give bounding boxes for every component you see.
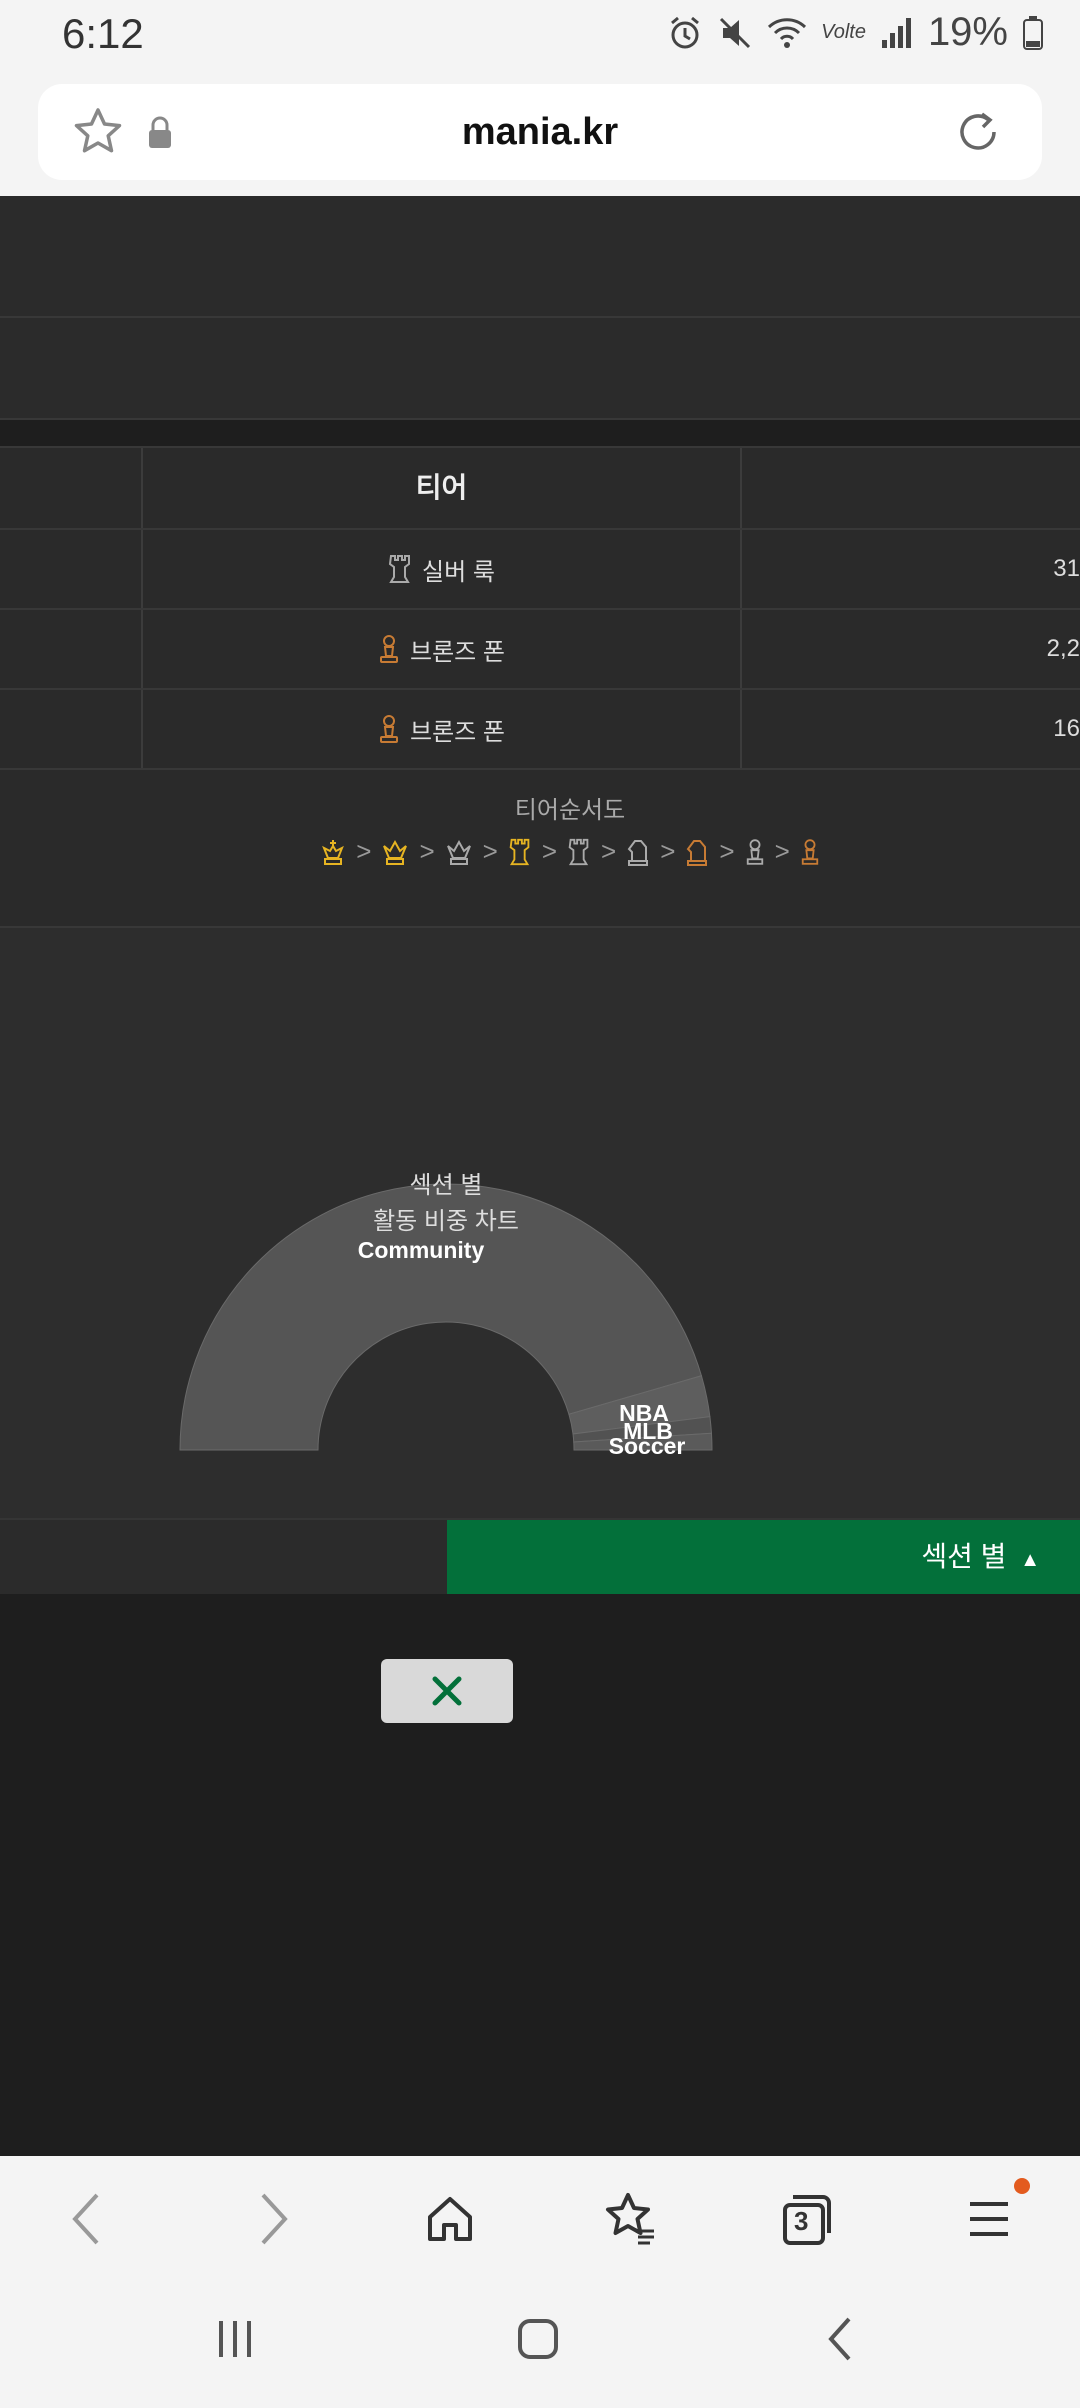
- table-row[interactable]: 브론즈 폰: [143, 690, 740, 768]
- chart-center-line2: 활동 비중 차트: [373, 1208, 519, 1235]
- battery-icon: [1023, 15, 1043, 50]
- row-value: 2,2: [1046, 635, 1080, 662]
- bookmarks-button[interactable]: [595, 2184, 665, 2254]
- tier-order-icons: > > > > > > > >: [0, 836, 1080, 867]
- order-separator: >: [419, 836, 435, 866]
- tier-name: 브론즈 폰: [410, 638, 505, 666]
- close-button[interactable]: [381, 1659, 513, 1723]
- signal-icon: [881, 17, 911, 48]
- bronze-pawn-icon: [380, 715, 398, 743]
- empty-row: [0, 196, 1080, 316]
- alarm-icon: [671, 16, 700, 48]
- row-value: 31: [1053, 555, 1080, 582]
- order-separator: >: [660, 836, 676, 866]
- forward-button[interactable]: [238, 2184, 308, 2254]
- section-toggle-label: 섹션 별: [921, 1541, 1007, 1572]
- gold-queen-icon: [383, 839, 408, 865]
- home-square-icon: [518, 2319, 558, 2359]
- chart-center-line1: 섹션 별: [409, 1172, 483, 1199]
- chevron-left-icon: [72, 2193, 99, 2245]
- gold-king-icon: [322, 839, 345, 865]
- menu-button[interactable]: [954, 2178, 1030, 2254]
- status-bar: 6:12 Volte 19%: [0, 0, 1080, 72]
- url-text[interactable]: mania.kr: [38, 84, 1042, 180]
- tier-name: 실버 룩: [422, 558, 495, 586]
- reload-icon[interactable]: [952, 106, 1004, 158]
- back-button[interactable]: [52, 2184, 122, 2254]
- system-nav-bar: [0, 2280, 1080, 2408]
- recent-apps-icon: [219, 2321, 251, 2357]
- recent-apps-button[interactable]: [200, 2304, 270, 2374]
- gold-rook-icon: [509, 838, 530, 865]
- silver-rook-icon: [388, 555, 411, 583]
- address-bar[interactable]: mania.kr: [38, 84, 1042, 180]
- hamburger-menu-icon: [970, 2202, 1008, 2236]
- notification-dot: [1014, 2178, 1030, 2194]
- battery-percent: 19%: [927, 10, 1008, 54]
- section-chart-panel: Community NBA MLB Soccer 섹션 별 활동 비중 차트: [0, 928, 1080, 1520]
- browser-bottom-nav: 3: [0, 2156, 1080, 2280]
- order-separator: >: [601, 836, 617, 866]
- bronze-pawn-icon: [380, 635, 398, 663]
- chart-label-soccer: Soccer: [609, 1433, 686, 1459]
- tier-order-title: 티어순서도: [514, 797, 626, 824]
- silver-pawn-icon: [746, 838, 763, 865]
- chevron-right-icon: [261, 2193, 288, 2245]
- order-separator: >: [774, 836, 790, 866]
- network-type: Volte: [821, 21, 866, 43]
- chart-label-community: Community: [358, 1237, 485, 1263]
- system-back-icon: [828, 2317, 851, 2361]
- status-icons: Volte 19%: [667, 10, 1044, 55]
- bronze-knight-icon: [687, 839, 708, 866]
- order-separator: >: [482, 836, 498, 866]
- order-separator: >: [541, 836, 557, 866]
- status-time: 6:12: [62, 10, 144, 57]
- home-icon: [428, 2197, 472, 2241]
- wifi-icon: [768, 17, 807, 48]
- empty-row: [0, 318, 1080, 418]
- system-back-button[interactable]: [806, 2304, 876, 2374]
- silver-rook-icon: [568, 838, 589, 865]
- silver-knight-icon: [627, 839, 649, 866]
- section-toggle-button[interactable]: 섹션 별 ▲: [447, 1520, 1080, 1594]
- bookmarks-star-icon: [606, 2193, 654, 2245]
- caret-up-icon: ▲: [1020, 1549, 1040, 1571]
- system-home-button[interactable]: [503, 2304, 573, 2374]
- tier-name: 브론즈 폰: [410, 718, 505, 746]
- tier-order-section: 티어순서도 > > > > > > > >: [0, 770, 1080, 926]
- order-separator: >: [719, 836, 735, 866]
- page-content: 티어 실버 룩 31 브론즈 폰 2,2 브론즈 폰 16 티어순서도 > > …: [0, 196, 1080, 2156]
- mute-icon: [720, 17, 751, 48]
- close-icon: [432, 1676, 462, 1706]
- table-row[interactable]: 브론즈 폰: [143, 610, 740, 688]
- silver-queen-icon: [446, 839, 471, 865]
- section-toggle-wrapper: 섹션 별 ▲: [921, 1520, 1040, 1597]
- tabs-button[interactable]: 3: [772, 2184, 842, 2254]
- row-value: 16: [1053, 715, 1080, 742]
- home-button[interactable]: [415, 2184, 485, 2254]
- bronze-pawn-icon: [801, 838, 818, 865]
- browser-toolbar: mania.kr: [0, 72, 1080, 196]
- order-separator: >: [356, 836, 372, 866]
- tier-table: 티어 실버 룩 31 브론즈 폰 2,2 브론즈 폰 16 티어순서도 > > …: [0, 448, 1080, 966]
- tier-column-header: 티어: [415, 472, 468, 503]
- tab-count: 3: [794, 2206, 809, 2236]
- divider: [0, 418, 1080, 420]
- chart-center-label: 섹션 별 활동 비중 차트: [346, 1168, 546, 1240]
- table-row[interactable]: 실버 룩: [143, 530, 740, 608]
